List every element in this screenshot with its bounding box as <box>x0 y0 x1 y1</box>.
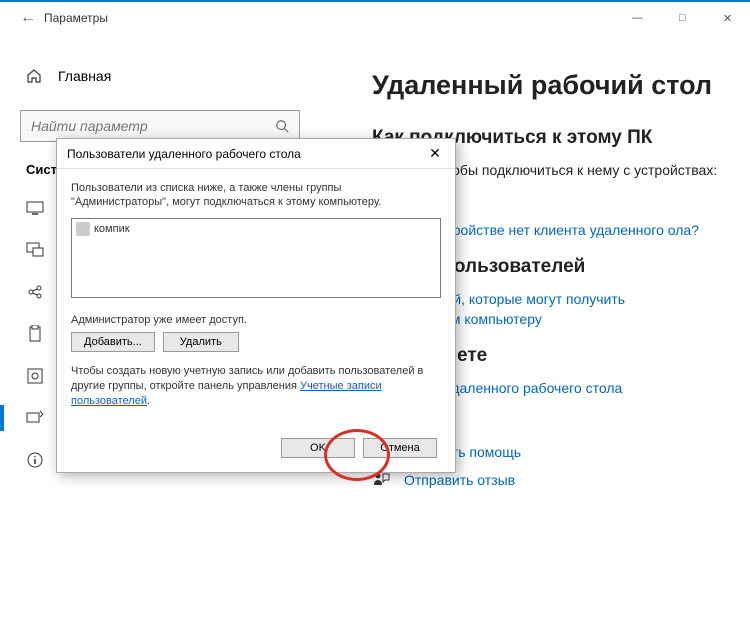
remote-desktop-users-dialog: Пользователи удаленного рабочего стола ✕… <box>56 138 456 473</box>
ok-row: OK Отмена <box>71 438 441 458</box>
projecting-icon <box>26 241 44 259</box>
user-icon <box>76 222 90 236</box>
superconnect-icon <box>26 367 44 385</box>
list-item-label: компик <box>94 223 130 235</box>
button-row: Добавить... Удалить <box>71 332 441 352</box>
window-buttons: — □ ✕ <box>615 2 750 34</box>
close-button[interactable]: ✕ <box>705 2 750 34</box>
search-icon <box>275 119 289 133</box>
clipboard-icon <box>26 325 44 343</box>
sidebar-home[interactable]: Главная <box>20 58 320 94</box>
back-icon[interactable]: ← <box>20 9 44 27</box>
home-icon <box>26 68 42 84</box>
ok-button[interactable]: OK <box>281 438 355 458</box>
create-note-post: . <box>147 395 150 407</box>
window-title: Параметры <box>44 11 615 25</box>
dialog-titlebar: Пользователи удаленного рабочего стола ✕ <box>57 139 455 169</box>
page-title: Удаленный рабочий стол <box>372 70 720 101</box>
dialog-desc: Пользователи из списка ниже, а также чле… <box>71 181 441 210</box>
create-note: Чтобы создать новую учетную запись или д… <box>71 364 441 410</box>
maximize-button[interactable]: □ <box>660 2 705 34</box>
shared-icon <box>26 283 44 301</box>
admin-note: Администратор уже имеет доступ. <box>71 314 441 326</box>
users-listbox[interactable]: компик <box>71 218 441 298</box>
feedback-icon <box>372 471 390 489</box>
minimize-button[interactable]: — <box>615 2 660 34</box>
list-item[interactable]: компик <box>74 221 438 237</box>
feedback-row[interactable]: Отправить отзыв <box>372 471 720 489</box>
search-input[interactable] <box>31 118 275 134</box>
info-icon <box>26 451 44 469</box>
titlebar: ← Параметры — □ ✕ <box>0 2 750 34</box>
remote-desktop-icon <box>26 409 44 427</box>
cancel-button[interactable]: Отмена <box>363 438 437 458</box>
display-icon <box>26 199 44 217</box>
dialog-title: Пользователи удаленного рабочего стола <box>67 147 423 161</box>
dialog-close-button[interactable]: ✕ <box>423 142 447 166</box>
remove-button[interactable]: Удалить <box>163 332 239 352</box>
dialog-body: Пользователи из списка ниже, а также чле… <box>57 169 455 472</box>
add-button[interactable]: Добавить... <box>71 332 155 352</box>
feedback-link[interactable]: Отправить отзыв <box>404 472 515 488</box>
sidebar-home-label: Главная <box>58 68 111 84</box>
